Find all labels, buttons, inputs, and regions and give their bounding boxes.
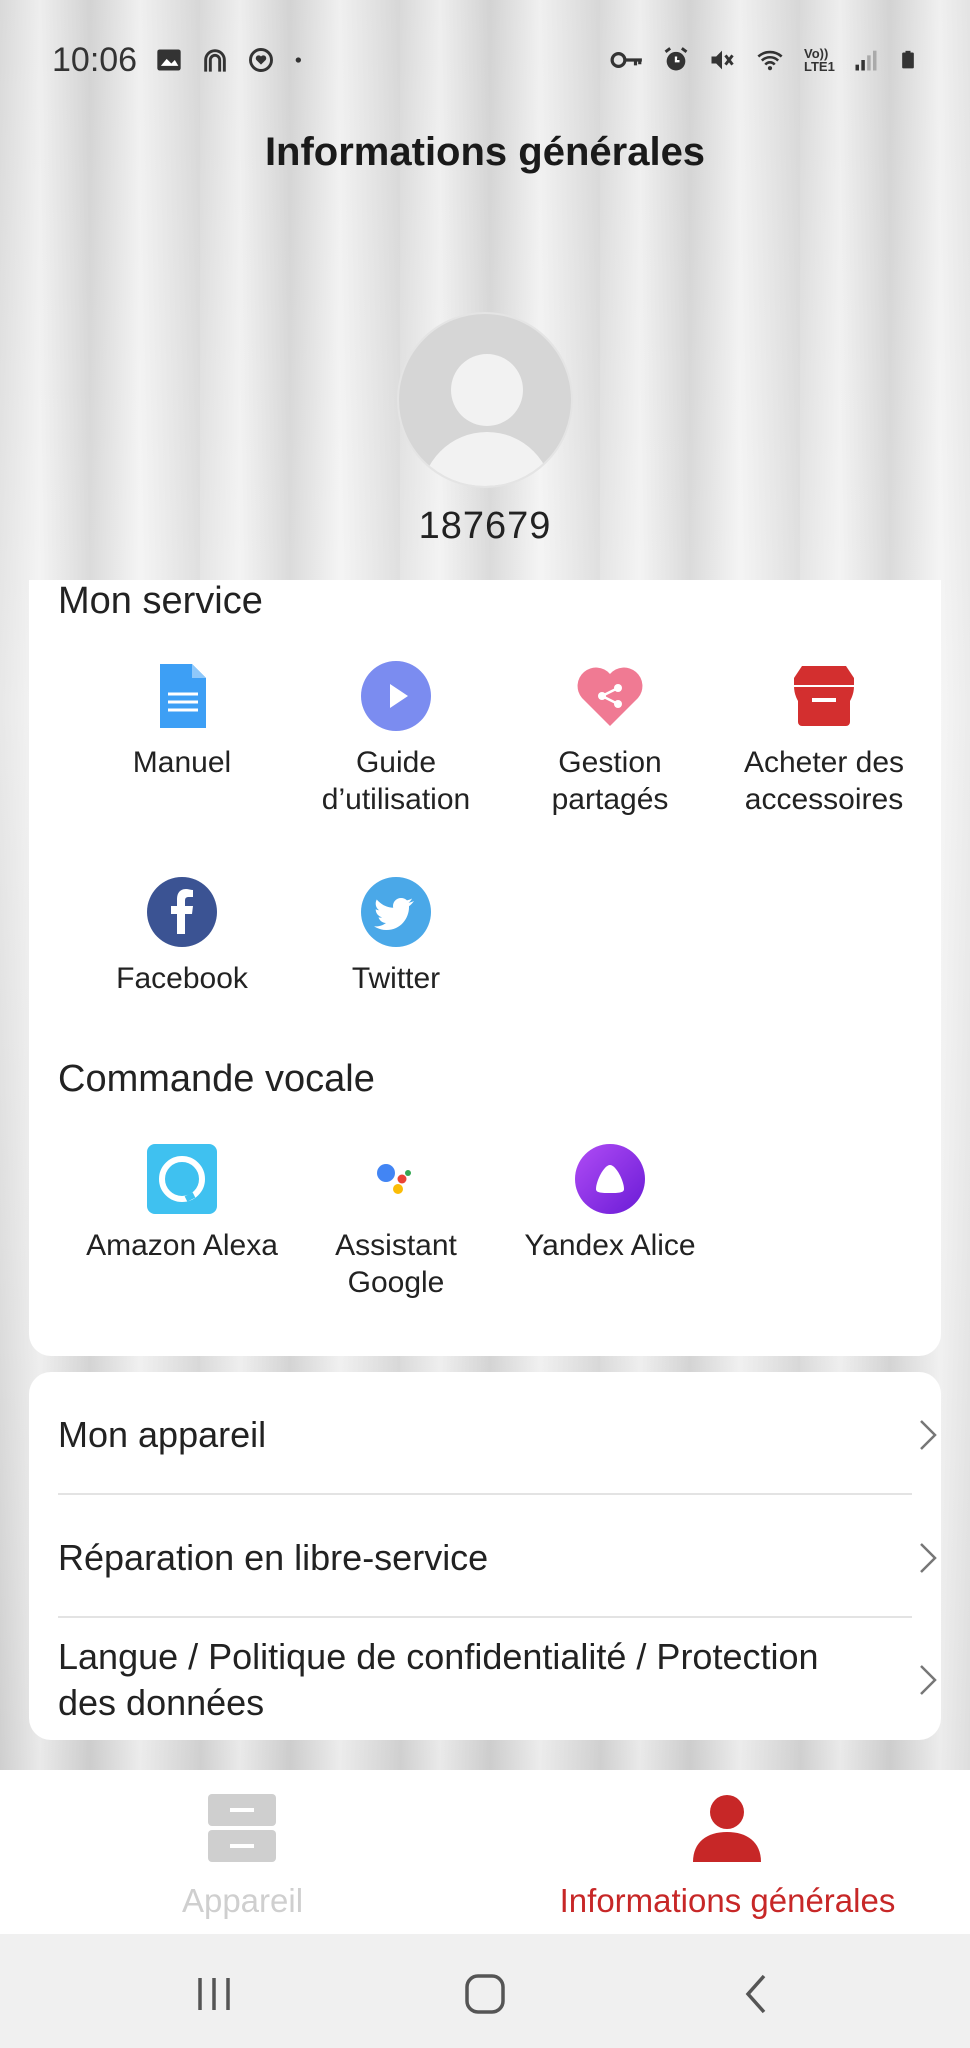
- twitter-icon: [361, 877, 431, 947]
- voice-item-label: Assistant Google: [335, 1229, 457, 1299]
- voice-item-label: Yandex Alice: [524, 1229, 696, 1262]
- signal-icon: [855, 50, 877, 71]
- list-item-mon-appareil[interactable]: Mon appareil: [58, 1412, 941, 1458]
- play-icon: [361, 661, 431, 731]
- person-icon: [693, 1795, 761, 1862]
- bottom-nav: Appareil Informations générales: [0, 1770, 970, 1934]
- alexa-icon: [147, 1144, 217, 1214]
- status-bar: 10:06 Vo)) LTE1: [0, 0, 970, 120]
- voice-item-alexa[interactable]: Amazon Alexa: [75, 1143, 289, 1264]
- avatar-body: [421, 432, 553, 486]
- heart-circle-icon: [249, 48, 274, 72]
- chevron-right-icon: [920, 1665, 937, 1695]
- service-item-facebook[interactable]: Facebook: [75, 876, 289, 997]
- service-item-label: Acheter des accessoires: [743, 746, 905, 816]
- google-assistant-icon: [377, 1164, 411, 1194]
- section-title-commande-vocale: Commande vocale: [58, 1058, 375, 1100]
- alarm-icon: [664, 47, 688, 71]
- dot-icon: [295, 57, 302, 63]
- service-items: Manuel Guide d’utilisation Gestion parta…: [29, 580, 941, 1356]
- voice-item-label: Amazon Alexa: [86, 1229, 278, 1262]
- chevron-right-icon: [920, 1420, 937, 1450]
- share-heart-icon: [577, 667, 643, 726]
- alice-icon: [575, 1144, 645, 1214]
- nav-label: Informations générales: [559, 1882, 896, 1919]
- list-item-langue[interactable]: Langue / Politique de confidentialité / …: [58, 1634, 941, 1726]
- voice-item-google[interactable]: Assistant Google: [289, 1143, 503, 1301]
- image-icon: [157, 49, 181, 71]
- list-item-label: Mon appareil: [58, 1414, 267, 1455]
- back-icon[interactable]: [728, 1964, 788, 2024]
- avatar-head: [451, 354, 523, 426]
- service-item-guide[interactable]: Guide d’utilisation: [289, 660, 503, 818]
- nav-tab-informations[interactable]: Informations générales: [485, 1770, 970, 1934]
- service-item-label: Gestion partagés: [551, 746, 669, 816]
- user-id: 187679: [418, 505, 552, 547]
- device-icon: [208, 1794, 276, 1862]
- service-item-label: Manuel: [132, 746, 232, 779]
- facebook-icon: [147, 877, 217, 947]
- service-item-manuel[interactable]: Manuel: [75, 660, 289, 781]
- nav-label: Appareil: [181, 1882, 304, 1919]
- list-item-reparation[interactable]: Réparation en libre-service: [58, 1535, 941, 1581]
- service-item-label: Twitter: [351, 962, 441, 995]
- voice-item-alice[interactable]: Yandex Alice: [503, 1143, 717, 1264]
- service-item-acheter[interactable]: Acheter des accessoires: [717, 660, 931, 818]
- chevron-right-icon: [920, 1543, 937, 1573]
- status-time: 10:06: [52, 40, 138, 79]
- nav-tab-appareil[interactable]: Appareil: [0, 1770, 485, 1934]
- mute-icon: [711, 50, 734, 70]
- store-icon: [794, 666, 854, 726]
- service-item-label: Facebook: [116, 962, 248, 995]
- recents-icon[interactable]: [184, 1964, 244, 2024]
- divider: [58, 1493, 912, 1495]
- home-icon[interactable]: [455, 1964, 515, 2024]
- page-title: Informations générales: [264, 130, 706, 174]
- key-icon: [610, 52, 642, 68]
- list-item-label: Langue / Politique de confidentialité / …: [58, 1636, 819, 1723]
- system-nav-bar: [0, 1934, 970, 2048]
- arch-icon: [204, 49, 226, 72]
- service-item-twitter[interactable]: Twitter: [289, 876, 503, 997]
- status-left: 10:06: [52, 41, 309, 80]
- service-item-label: Guide d’utilisation: [321, 746, 471, 816]
- battery-icon: [902, 50, 914, 69]
- volte-icon: Vo)) LTE1: [804, 46, 835, 74]
- wifi-icon: [757, 50, 783, 71]
- avatar[interactable]: [397, 312, 573, 488]
- settings-list-card: Mon appareil Réparation en libre-service…: [29, 1372, 941, 1740]
- list-item-label: Réparation en libre-service: [58, 1537, 489, 1578]
- service-item-gestion[interactable]: Gestion partagés: [503, 660, 717, 818]
- document-icon: [160, 664, 206, 728]
- divider: [58, 1616, 912, 1618]
- status-right: Vo)) LTE1: [610, 46, 918, 74]
